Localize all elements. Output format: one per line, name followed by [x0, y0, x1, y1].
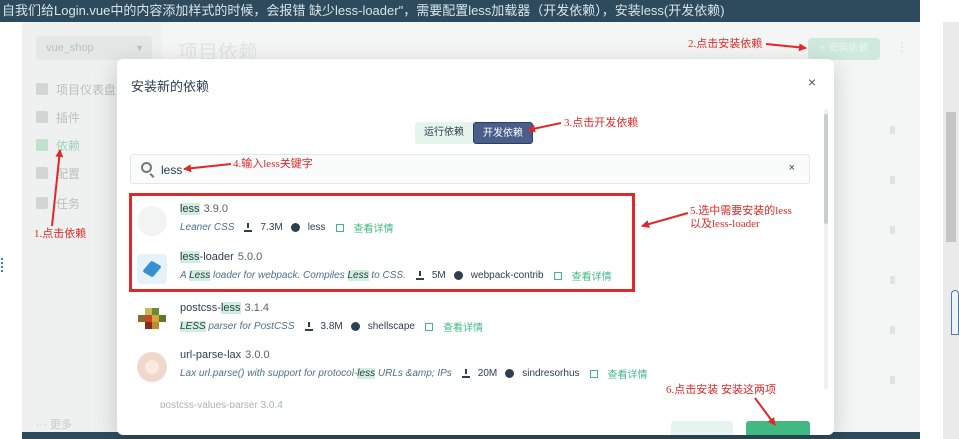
sidebar-item-dependencies[interactable]: 依赖 [36, 135, 80, 155]
name-prefix: postcss- [180, 302, 221, 314]
desc-part: URLs &amp; IPs [375, 368, 452, 379]
sidebar-item-label: 配置 [56, 166, 81, 181]
desc-highlight: LESS [180, 321, 206, 332]
annotation-step-5-line2: 以及less-loader [690, 218, 760, 230]
banner-right-blank [920, 0, 959, 22]
row-mark [890, 176, 895, 184]
annotation-step-4: 4.输入less关键字 [233, 158, 313, 170]
desc-part: parser for PostCSS [205, 321, 295, 332]
install-dependency-button[interactable]: + 安装依赖 [808, 38, 880, 60]
desc-text: Lax url.parse() with support for protoco… [180, 368, 452, 379]
sidebar-item-config[interactable]: 配置 [36, 163, 80, 183]
name-highlight: less [220, 302, 241, 314]
download-icon [461, 369, 470, 378]
package-version: 3.1.4 [244, 302, 269, 314]
details-link[interactable]: 查看详情 [443, 319, 483, 334]
top-banner: 自我们给Login.vue中的内容添加样式的时候，会报错 缺少less-load… [0, 0, 920, 22]
row-mark [890, 326, 895, 334]
details-link[interactable]: 查看详情 [608, 366, 648, 381]
page-scrollbar[interactable] [943, 22, 959, 439]
row-mark [890, 276, 895, 284]
row-mark [890, 376, 895, 384]
desc-text: LESS parser for PostCSS [180, 321, 295, 332]
dependency-type-toggle: 运行依赖 开发依赖 [415, 122, 533, 144]
puzzle-icon [36, 111, 48, 123]
tab-dev-dependency[interactable]: 开发依赖 [473, 122, 533, 144]
sidebar-item-tasks[interactable]: 任务 [36, 193, 80, 213]
package-description: LESS parser for PostCSS 3.8M shellscape … [180, 319, 483, 334]
clear-icon[interactable]: × [789, 162, 795, 174]
external-link-icon [425, 322, 433, 331]
caret-down-icon: ▼ [135, 43, 144, 53]
sidebar-item-label: 任务 [56, 196, 81, 211]
selection-highlight-box [129, 193, 635, 292]
tab-runtime-dependency[interactable]: 运行依赖 [415, 122, 473, 144]
dashboard-icon [36, 83, 48, 95]
package-version: 3.0.0 [245, 349, 270, 361]
desc-highlight: less [357, 368, 376, 379]
thermometer-icon [951, 290, 959, 335]
sidebar-item-dashboard[interactable]: 项目仪表盘 [36, 79, 116, 99]
partial-package-name: postcss-values-parser 3.0.4 [160, 400, 283, 408]
row-mark [890, 126, 895, 134]
user-icon [350, 322, 360, 331]
sidebar-item-label: 依赖 [56, 138, 81, 153]
annotation-step-5-line1: 5.选中需要安装的less [690, 205, 792, 217]
close-icon[interactable]: × [808, 74, 816, 90]
download-icon [304, 322, 313, 331]
annotation-step-5: 5.选中需要安装的less 以及less-loader [690, 205, 792, 231]
modal-footer [117, 421, 834, 435]
annotation-step-3: 3.点击开发依赖 [564, 117, 639, 129]
download-count: 3.8M [320, 321, 343, 332]
modal-scrollbar-thumb[interactable] [824, 114, 828, 224]
annotation-step-1: 1.点击依赖 [34, 228, 87, 240]
more-label: 更多 [50, 419, 73, 431]
sidebar-more[interactable]: ··· 更多 [36, 416, 72, 432]
dependencies-icon [36, 139, 48, 151]
search-box: × [130, 154, 810, 184]
download-count: 20M [477, 368, 498, 379]
name-prefix: url-parse-lax [180, 349, 242, 361]
package-author: shellscape [367, 321, 415, 332]
search-icon [141, 162, 152, 173]
sidebar-item-plugins[interactable]: 插件 [36, 107, 80, 127]
row-mark [890, 226, 895, 234]
package-name: postcss-less 3.1.4 [180, 302, 269, 314]
cancel-button[interactable] [671, 421, 733, 435]
dotted-marker [1, 258, 7, 272]
config-icon [36, 167, 48, 179]
avatar-logo [137, 352, 167, 382]
more-vertical-icon[interactable]: ⋮ [896, 40, 908, 54]
package-author: sindresorhus [522, 368, 580, 379]
external-link-icon [589, 369, 598, 378]
modal-title: 安装新的依赖 [131, 79, 210, 94]
modal-scrollbar[interactable] [824, 109, 828, 389]
project-select[interactable]: vue_shop ▼ [36, 36, 152, 60]
tasks-icon [36, 197, 48, 209]
sidebar-item-label: 插件 [56, 110, 81, 125]
install-button[interactable] [746, 421, 810, 435]
user-icon [505, 369, 515, 378]
annotation-step-2: 2.点击安装依赖 [688, 38, 763, 50]
package-description: Lax url.parse() with support for protoco… [180, 366, 648, 381]
annotation-step-6: 6.点击安装 安装这两项 [666, 384, 776, 396]
desc-part: Lax url.parse() with support for protoco… [180, 368, 358, 379]
more-icon: ··· [36, 419, 51, 431]
package-name: url-parse-lax 3.0.0 [180, 349, 270, 361]
project-name: vue_shop [46, 42, 94, 54]
package-item-postcss-less[interactable]: postcss-less 3.1.4 LESS parser for PostCS… [137, 301, 797, 343]
screenshot-frame: 自我们给Login.vue中的内容添加样式的时候，会报错 缺少less-load… [0, 0, 959, 439]
sidebar-item-label: 项目仪表盘 [56, 82, 117, 97]
scrollbar-thumb[interactable] [946, 112, 956, 242]
postcss-logo [137, 305, 167, 335]
